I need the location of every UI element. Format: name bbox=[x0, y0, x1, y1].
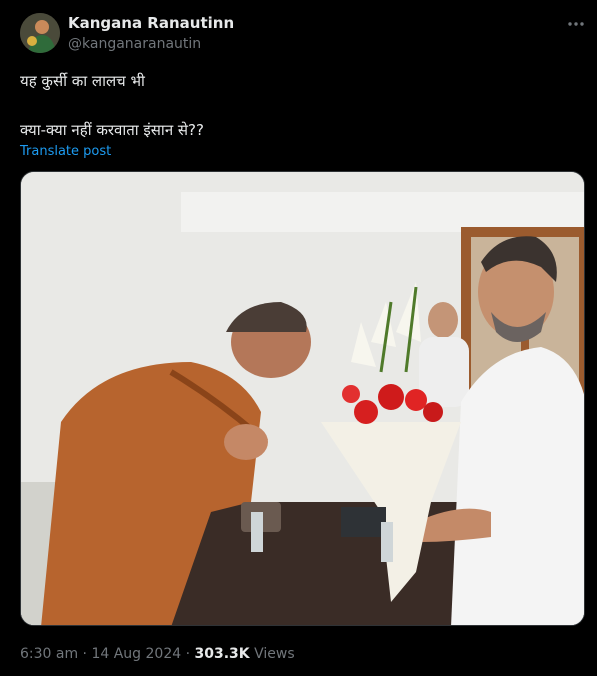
post-text-line-1: यह कुर्सी का लालच भी bbox=[20, 72, 145, 90]
more-horizontal-icon bbox=[568, 22, 584, 26]
views-count[interactable]: 303.3K bbox=[195, 646, 250, 662]
author-handle[interactable]: @kanganaranautin bbox=[68, 36, 201, 52]
views-label: Views bbox=[249, 646, 295, 662]
post-time[interactable]: 6:30 am bbox=[20, 646, 78, 662]
meta-separator: · bbox=[181, 646, 195, 662]
post-date[interactable]: 14 Aug 2024 bbox=[91, 646, 181, 662]
author-display-name[interactable]: Kangana Ranautinn bbox=[68, 14, 234, 32]
post-text-line-2: क्या-क्या नहीं करवाता इंसान से?? bbox=[20, 121, 204, 139]
author-avatar[interactable] bbox=[20, 13, 60, 53]
meta-separator: · bbox=[78, 646, 92, 662]
post-meta: 6:30 am · 14 Aug 2024 · 303.3K Views bbox=[20, 646, 295, 662]
more-options-button[interactable] bbox=[566, 14, 586, 34]
translate-post-link[interactable]: Translate post bbox=[20, 144, 111, 159]
post-media-image[interactable] bbox=[20, 171, 585, 626]
